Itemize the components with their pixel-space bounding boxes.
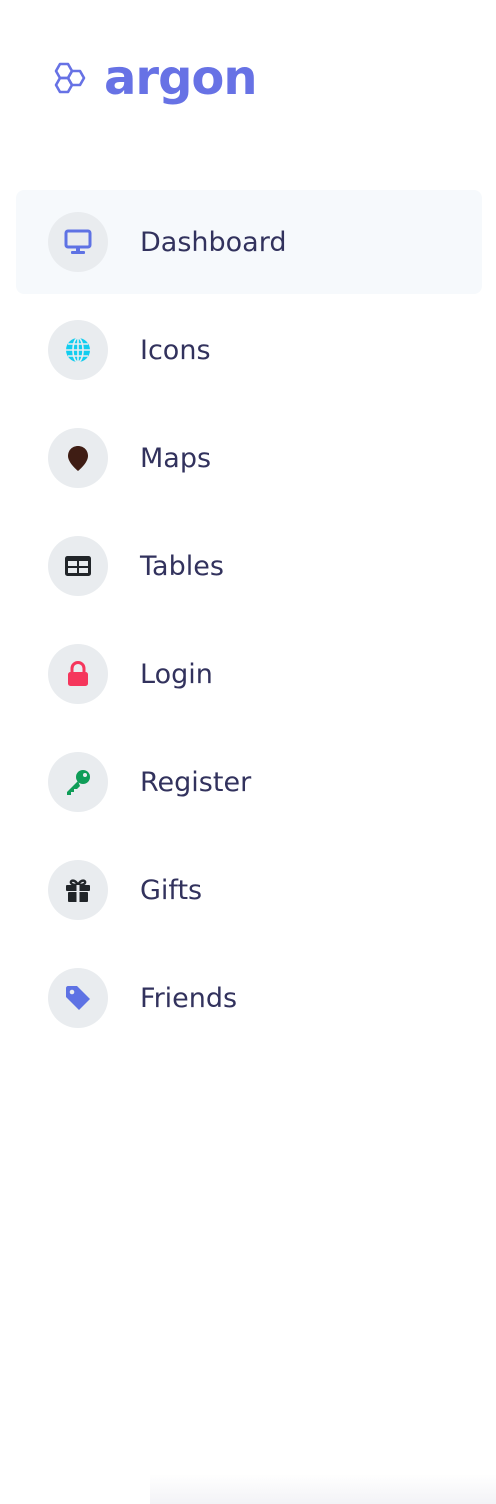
- sidebar-item-gifts[interactable]: Gifts: [16, 838, 482, 942]
- hexagon-logo-icon: [54, 62, 86, 94]
- pin-icon: [48, 428, 108, 488]
- sidebar-item-label: Login: [140, 658, 213, 690]
- sidebar-item-tables[interactable]: Tables: [16, 514, 482, 618]
- sidebar-nav: Dashboard Icons Maps Tables Login Regist…: [16, 190, 482, 1054]
- sidebar-item-icons[interactable]: Icons: [16, 298, 482, 402]
- sidebar-item-dashboard[interactable]: Dashboard: [16, 190, 482, 294]
- brand-name: argon: [104, 50, 258, 106]
- sidebar-item-label: Register: [140, 766, 252, 798]
- gift-icon: [48, 860, 108, 920]
- monitor-icon: [48, 212, 108, 272]
- sidebar-item-login[interactable]: Login: [16, 622, 482, 726]
- brand-logo[interactable]: argon: [46, 50, 258, 112]
- sidebar-item-label: Icons: [140, 334, 211, 366]
- sidebar-item-label: Tables: [140, 550, 224, 582]
- sidebar-item-maps[interactable]: Maps: [16, 406, 482, 510]
- sidebar-item-register[interactable]: Register: [16, 730, 482, 834]
- sidebar-item-label: Gifts: [140, 874, 203, 906]
- key-icon: [48, 752, 108, 812]
- sidebar-item-friends[interactable]: Friends: [16, 946, 482, 1050]
- globe-icon: [48, 320, 108, 380]
- sidebar: argon Dashboard Icons Maps Tables Login …: [0, 0, 496, 1504]
- bottom-shadow: [150, 1474, 496, 1504]
- sidebar-item-label: Maps: [140, 442, 212, 474]
- table-icon: [48, 536, 108, 596]
- tag-icon: [48, 968, 108, 1028]
- lock-icon: [48, 644, 108, 704]
- sidebar-item-label: Dashboard: [140, 226, 287, 258]
- sidebar-item-label: Friends: [140, 982, 238, 1014]
